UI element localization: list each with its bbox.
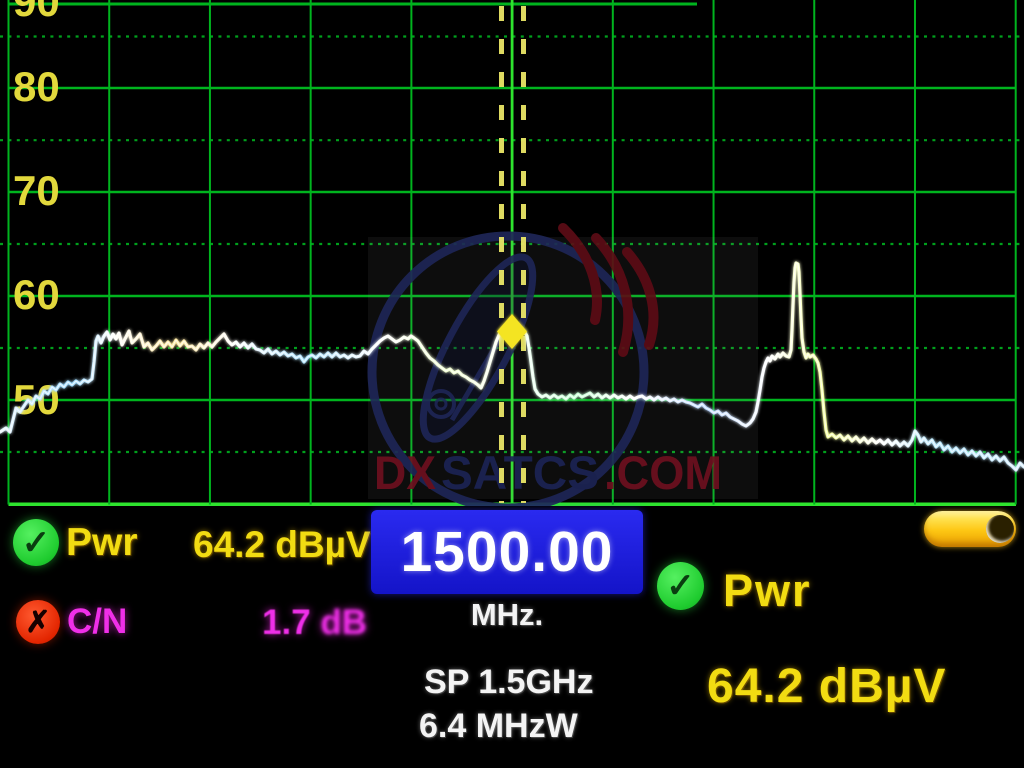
cn-row-value: 1.7 dB (262, 603, 367, 643)
selected-measure-value: 64.2 dBµV (707, 659, 946, 714)
y-axis-label: 80 (13, 63, 60, 110)
selected-ok-icon: ✓ (657, 562, 704, 610)
pwr-row-value: 64.2 dBµV (193, 524, 371, 566)
frequency-unit: MHz. (371, 597, 643, 633)
battery-icon (924, 511, 1016, 547)
y-axis-label: 50 (13, 376, 60, 423)
spectrum-plot-svg: 90 80 70 60 50 DXSATCS.COM (0, 0, 1024, 506)
cn-fail-icon: ✗ (16, 600, 60, 644)
spectrum-analyzer-screen: 90 80 70 60 50 DXSATCS.COM ✓ Pwr 64.2 dBµV 15… (0, 0, 1024, 768)
spectrum-plot: 90 80 70 60 50 DXSATCS.COM (0, 0, 1024, 506)
watermark-text: .COM (604, 446, 722, 499)
y-axis-labels: 90 80 70 60 50 (13, 0, 60, 423)
y-axis-label: 90 (13, 0, 60, 25)
y-axis-label: 60 (13, 271, 60, 318)
bandwidth-setting[interactable]: 6.4 MHzW (419, 707, 578, 746)
span-setting[interactable]: SP 1.5GHz (424, 663, 593, 702)
frequency-field[interactable]: 1500.00 (371, 510, 643, 594)
cn-value-unit: dB (320, 603, 367, 642)
watermark-text: SATCS (441, 446, 599, 499)
y-axis-label: 70 (13, 167, 60, 214)
check-icon: ✓ (666, 566, 695, 606)
frequency-value: 1500.00 (400, 519, 613, 585)
watermark-text: DX (374, 446, 436, 499)
cn-value-number: 1.7 (262, 603, 311, 642)
check-icon: ✓ (22, 523, 51, 563)
dxsatcs-watermark: DXSATCS.COM (368, 228, 758, 506)
cn-row-label[interactable]: C/N (67, 602, 127, 642)
selected-measure-label[interactable]: Pwr (723, 565, 812, 617)
pwr-row-label[interactable]: Pwr (66, 521, 138, 565)
cross-icon: ✗ (25, 605, 50, 640)
battery-cap (986, 515, 1014, 543)
pwr-ok-icon: ✓ (13, 519, 59, 566)
